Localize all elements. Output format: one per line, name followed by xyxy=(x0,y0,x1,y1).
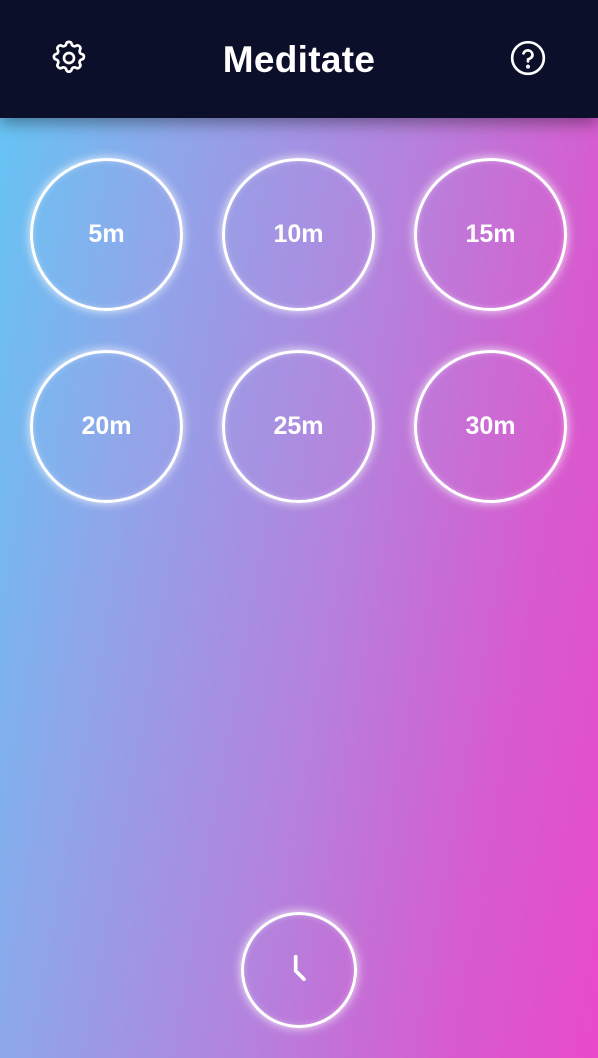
duration-button-15m[interactable]: 15m xyxy=(414,158,567,311)
history-button[interactable] xyxy=(241,912,357,1028)
app-header: Meditate xyxy=(0,0,598,118)
duration-button-25m[interactable]: 25m xyxy=(222,350,375,503)
help-button[interactable] xyxy=(506,36,550,80)
duration-button-10m[interactable]: 10m xyxy=(222,158,375,311)
duration-grid: 5m 10m 15m 20m 25m 30m xyxy=(30,158,568,503)
clock-icon xyxy=(279,950,319,990)
duration-button-5m[interactable]: 5m xyxy=(30,158,183,311)
duration-button-20m[interactable]: 20m xyxy=(30,350,183,503)
question-circle-icon xyxy=(508,38,548,78)
duration-button-30m[interactable]: 30m xyxy=(414,350,567,503)
